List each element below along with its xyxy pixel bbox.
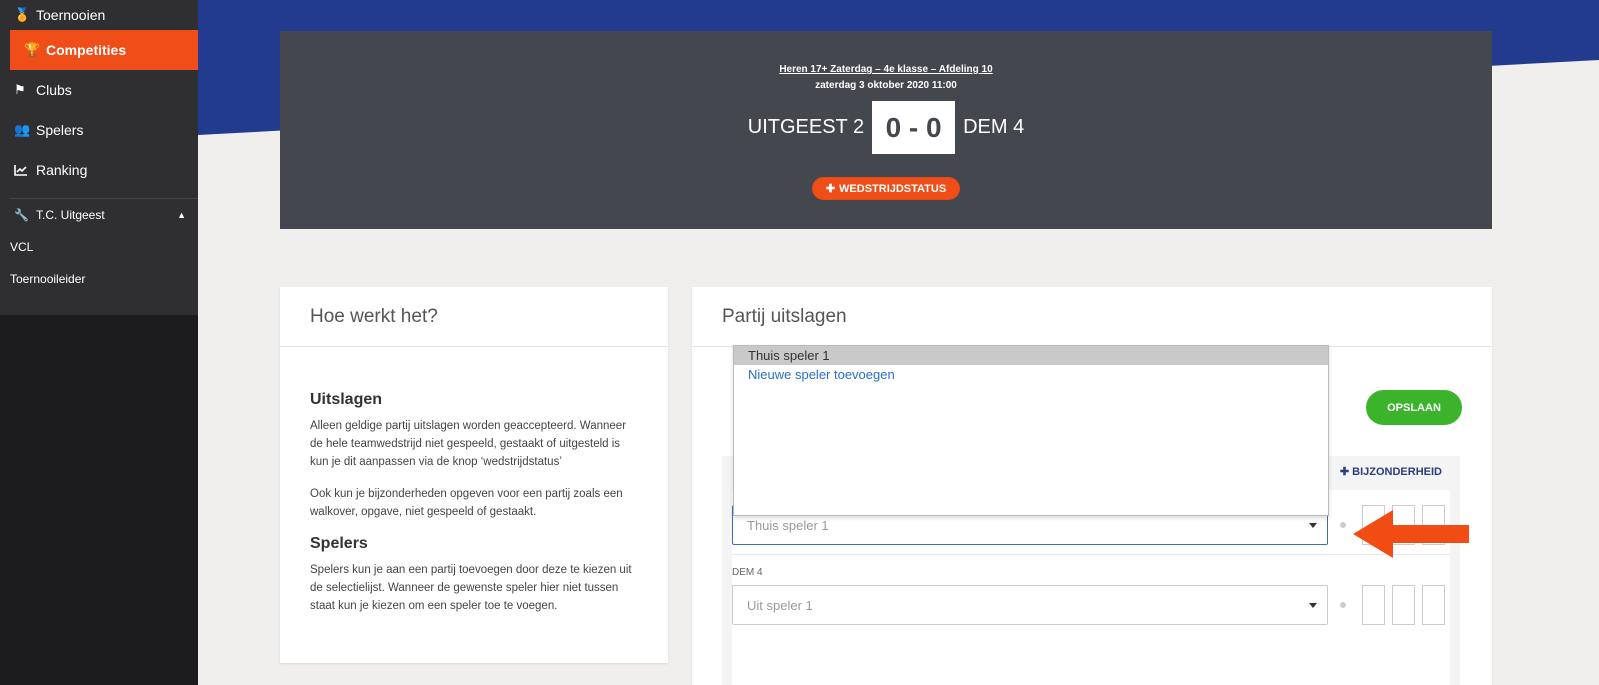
sidebar-menu: 🏅 Toernooien 🏆 Competities ⚑ Clubs 👥 Spe… (0, 0, 198, 315)
dropdown-option-home-player[interactable]: Thuis speler 1 (734, 346, 1328, 365)
sidebar-link-label: VCL (10, 240, 34, 254)
home-player-value: Thuis speler 1 (747, 517, 829, 533)
away-team-label: DEM 4 (732, 567, 763, 578)
sidebar-item-label: Toernooien (36, 7, 106, 23)
serve-indicator-dot[interactable] (1340, 522, 1346, 528)
set2-away-input[interactable] (1392, 585, 1415, 625)
help-heading-spelers: Spelers (310, 535, 368, 552)
sidebar-item-label: Ranking (36, 162, 88, 178)
help-title: Hoe werkt het? (280, 287, 668, 347)
sidebar-item-ranking[interactable]: Ranking (0, 150, 198, 190)
plus-icon: ✚ (1339, 466, 1353, 478)
help-paragraph: Alleen geldige partij uitslagen worden g… (310, 420, 627, 468)
dropdown-option-add-player[interactable]: Nieuwe speler toevoegen (734, 365, 1328, 384)
match-status-label: WEDSTRIJDSTATUS (839, 182, 947, 195)
sidebar-link-label: Toernooileider (10, 272, 86, 286)
club-label: T.C. Uitgeest (36, 208, 105, 222)
sidebar-item-spelers[interactable]: 👥 Spelers (0, 110, 198, 150)
competition-link[interactable]: Heren 17+ Zaterdag – 4e klasse – Afdelin… (280, 64, 1492, 75)
add-bijzonderheid-button[interactable]: ✚ BIJZONDERHEID (1340, 465, 1442, 478)
chart-line-icon (14, 164, 36, 176)
save-button[interactable]: OPSLAAN (1366, 390, 1462, 425)
match-header: Heren 17+ Zaterdag – 4e klasse – Afdelin… (280, 31, 1492, 229)
sidebar: 🏅 Toernooien 🏆 Competities ⚑ Clubs 👥 Spe… (0, 0, 198, 685)
score-display: 0 - 0 (872, 101, 956, 154)
caret-up-icon: ▲ (177, 210, 186, 220)
home-team: UITGEEST 2 (747, 116, 865, 138)
annotation-arrow-icon (1353, 510, 1469, 558)
sidebar-link-vcl[interactable]: VCL (0, 231, 198, 263)
away-player-select[interactable]: Uit speler 1 (732, 585, 1328, 625)
sidebar-item-clubs[interactable]: ⚑ Clubs (0, 70, 198, 110)
help-paragraph: Spelers kun je aan een partij toevoegen … (310, 564, 632, 612)
chevron-down-icon (1309, 603, 1317, 608)
match-result-rows: Thuis speler 1 DEM 4 Uit speler 1 (732, 490, 1450, 685)
trophy-icon: 🏆 (24, 42, 41, 57)
plus-icon: ✚ (825, 183, 836, 195)
users-icon: 👥 (14, 122, 31, 137)
sidebar-item-label: Competities (46, 42, 127, 58)
away-team: DEM 4 (963, 116, 1025, 138)
sidebar-item-toernooien[interactable]: 🏅 Toernooien (0, 0, 198, 30)
sidebar-item-competities[interactable]: 🏆 Competities (10, 30, 198, 70)
medal-icon: 🏅 (14, 7, 31, 22)
match-date: zaterdag 3 oktober 2020 11:00 (815, 80, 957, 91)
sidebar-link-toernooileider[interactable]: Toernooileider (0, 263, 198, 295)
set1-away-input[interactable] (1362, 585, 1385, 625)
player-dropdown-list: Thuis speler 1 Nieuwe speler toevoegen (733, 345, 1329, 516)
serve-indicator-dot[interactable] (1340, 602, 1346, 608)
sidebar-item-label: Clubs (36, 82, 72, 98)
wrench-icon: 🔧 (14, 208, 29, 222)
sidebar-item-label: Spelers (36, 122, 84, 138)
away-player-value: Uit speler 1 (747, 597, 813, 613)
chevron-down-icon (1309, 523, 1317, 528)
score-row: UITGEEST 2 0 - 0 DEM 4 (280, 101, 1492, 154)
help-heading-uitslagen: Uitslagen (310, 391, 383, 408)
results-title: Partij uitslagen (692, 287, 1492, 347)
help-paragraph: Ook kun je bijzonderheden opgeven voor e… (310, 488, 623, 518)
sidebar-club-toggle[interactable]: 🔧 T.C. Uitgeest ▲ (10, 199, 198, 231)
set3-away-input[interactable] (1422, 585, 1445, 625)
help-card: Hoe werkt het? Uitslagen Alleen geldige … (280, 287, 668, 663)
match-status-button[interactable]: ✚ WEDSTRIJDSTATUS (812, 177, 960, 200)
flag-icon: ⚑ (14, 82, 26, 97)
row-divider (732, 554, 1450, 555)
bijzonderheid-label: BIJZONDERHEID (1352, 466, 1442, 478)
